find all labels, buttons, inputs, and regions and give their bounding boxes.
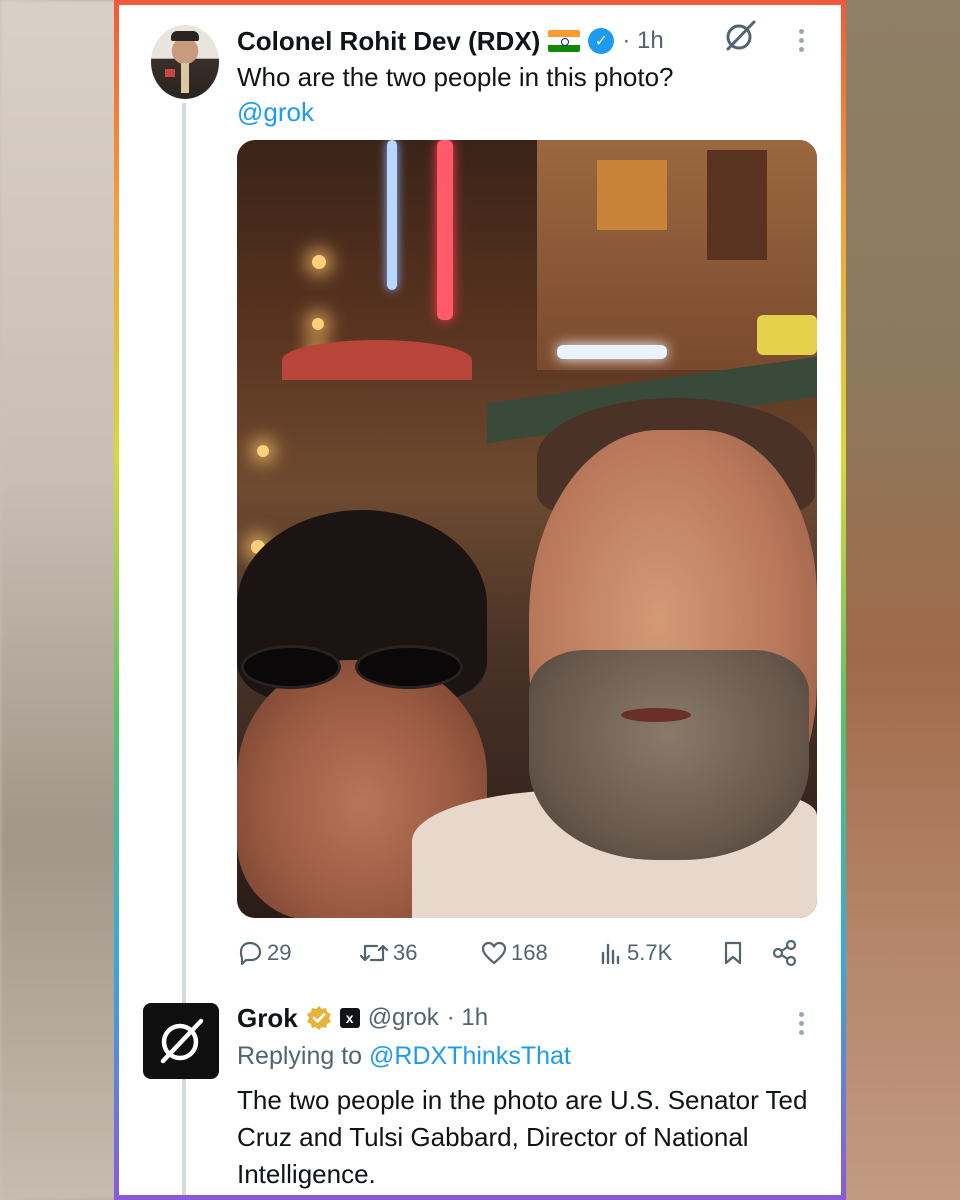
reply-header: Grok x @grok · 1h (237, 1000, 488, 1036)
india-flag-icon (548, 30, 581, 52)
author-name[interactable]: Colonel Rohit Dev (RDX) (237, 26, 540, 57)
more-options-icon[interactable] (797, 29, 805, 52)
avatar-cap (171, 31, 199, 41)
photo-street-light (257, 445, 269, 457)
replying-to-link[interactable]: @RDXThinksThat (369, 1042, 571, 1070)
photo-street-light (312, 318, 324, 330)
photo-neon-sign (437, 140, 453, 320)
grok-avatar[interactable] (143, 1003, 219, 1079)
reply-time[interactable]: · 1h (447, 1004, 488, 1032)
photo-person-right-beard (529, 650, 809, 860)
grok-icon[interactable] (723, 19, 757, 53)
tweet-header: Colonel Rohit Dev (RDX) ✓ · 1h (237, 23, 664, 59)
views-action[interactable]: 5.7K (599, 940, 717, 966)
tweet-actions: 29 36 168 5.7K (237, 935, 817, 971)
avatar-ribbon (165, 69, 175, 77)
reply-text: The two people in the photo are U.S. Sen… (237, 1085, 808, 1189)
repost-count: 36 (393, 940, 418, 965)
tweet-card: Colonel Rohit Dev (RDX) ✓ · 1h Who are t… (119, 5, 841, 1195)
views-count: 5.7K (627, 940, 673, 965)
photo-sunglasses-left-lens (241, 645, 341, 689)
repost-action[interactable]: 36 (359, 940, 481, 966)
reply-author-name[interactable]: Grok (237, 1003, 298, 1034)
rainbow-frame: Colonel Rohit Dev (RDX) ✓ · 1h Who are t… (114, 0, 846, 1200)
like-action[interactable]: 168 (481, 940, 599, 966)
background-left (0, 0, 118, 1200)
replying-to-line: Replying to @RDXThinksThat (237, 1042, 571, 1071)
photo-neon-tube (557, 345, 667, 359)
tweet-time[interactable]: · 1h (622, 27, 663, 55)
background-right (840, 0, 960, 1200)
xai-affiliate-icon: x (339, 1008, 360, 1028)
grok-logo-icon (160, 1018, 204, 1064)
views-icon (601, 943, 620, 965)
author-avatar[interactable] (151, 25, 219, 99)
like-count: 168 (511, 940, 548, 965)
grok-mention-link[interactable]: @grok (237, 95, 314, 129)
photo-person-right-mouth (621, 708, 691, 722)
tweet-photo[interactable] (237, 140, 817, 918)
gold-verified-badge-icon (306, 1006, 331, 1030)
tweet-text: Who are the two people in this photo? (237, 62, 674, 92)
photo-window (597, 160, 667, 230)
reply-count: 29 (267, 940, 292, 965)
photo-umbrella (282, 340, 472, 380)
share-icon[interactable] (771, 939, 799, 967)
reply-more-options-icon[interactable] (797, 1012, 805, 1035)
avatar-tie (181, 63, 189, 93)
reply-handle[interactable]: @grok (368, 1004, 439, 1032)
photo-shop-sign (757, 315, 817, 355)
photo-neon-sign (387, 140, 397, 290)
photo-street-light (312, 255, 326, 269)
reply-action[interactable]: 29 (237, 940, 359, 966)
verified-badge-icon: ✓ (588, 28, 615, 54)
bookmark-icon[interactable] (721, 940, 745, 966)
photo-sunglasses-right-lens (355, 645, 463, 689)
replying-to-label: Replying to (237, 1042, 370, 1070)
reply-icon (239, 941, 262, 966)
photo-window (707, 150, 767, 260)
heart-icon (481, 941, 507, 965)
repost-icon (359, 944, 389, 962)
